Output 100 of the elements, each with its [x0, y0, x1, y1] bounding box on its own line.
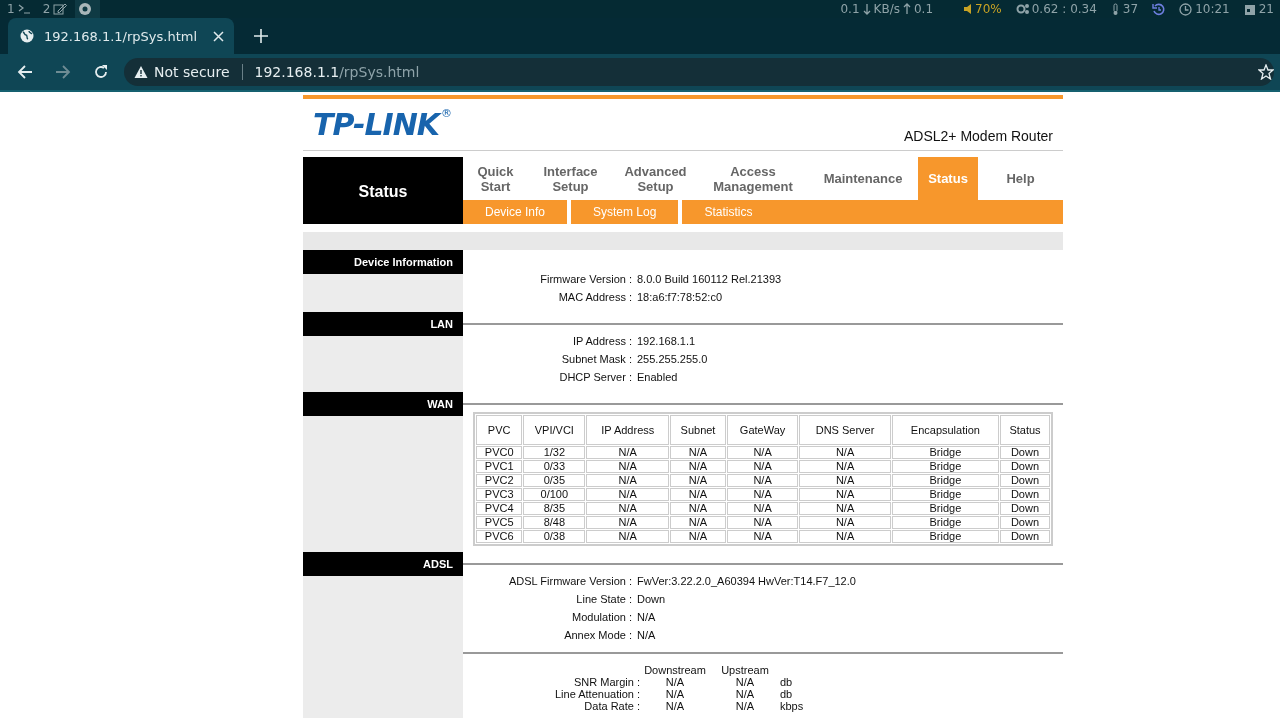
field-label: Subnet Mask :	[560, 353, 633, 365]
field-value: 192.168.1.1	[637, 335, 696, 347]
table-cell: Down	[999, 460, 1050, 473]
menu-tab[interactable]: Maintenance	[808, 157, 918, 200]
stat-label: Data Rate :	[583, 700, 640, 712]
brand-logo: TP-LINK$^{®}$	[313, 107, 451, 142]
workspace-button[interactable]: 2	[39, 0, 76, 18]
field-label: Firmware Version :	[539, 273, 633, 285]
back-icon[interactable]	[17, 64, 33, 80]
table-cell: 0/33	[523, 460, 586, 473]
browser-icon	[78, 2, 93, 16]
table-cell: N/A	[799, 516, 891, 529]
menu-tab[interactable]: Help	[978, 157, 1063, 200]
table-cell: N/A	[726, 488, 799, 501]
edit-icon	[53, 2, 68, 16]
close-icon[interactable]	[213, 30, 224, 42]
table-cell: N/A	[726, 474, 799, 487]
column-header: PVC	[476, 415, 523, 445]
menu-tab[interactable]: Access Management	[698, 157, 808, 200]
column-header: Downstream	[643, 664, 707, 676]
table-cell: 0/38	[523, 530, 586, 543]
table-cell: N/A	[670, 446, 726, 459]
field-value: 255.255.255.0	[637, 353, 708, 365]
field-value: Enabled	[637, 371, 678, 383]
table-cell: PVC1	[476, 460, 523, 473]
gear-icon	[1015, 3, 1029, 15]
table-cell: PVC6	[476, 530, 523, 543]
table-cell: N/A	[726, 502, 799, 515]
globe-icon	[20, 29, 34, 43]
upload-rate: 0.1	[913, 2, 934, 16]
history-icon	[1152, 2, 1166, 16]
volume-level: 70%	[975, 2, 1002, 16]
table-cell: 1/32	[523, 446, 586, 459]
url-field[interactable]: 192.168.1.1/rpSys.html	[254, 64, 420, 80]
table-cell: N/A	[726, 530, 799, 543]
menu-tab[interactable]: Advanced Setup	[613, 157, 698, 200]
menu-tab[interactable]: Quick Start	[463, 157, 528, 200]
column-header: VPI/VCI	[523, 415, 586, 445]
browser-tab[interactable]: 192.168.1.1/rpSys.html	[8, 18, 234, 54]
workspace-button[interactable]	[75, 0, 101, 18]
field-label: Line State :	[575, 593, 633, 605]
cpu-load: 0.62 : 0.34	[1031, 2, 1097, 16]
table-cell: 0/100	[523, 488, 586, 501]
table-cell: 0/35	[523, 474, 586, 487]
table-cell: N/A	[670, 474, 726, 487]
table-cell: Bridge	[891, 502, 999, 515]
calendar-date: 21	[1258, 2, 1274, 16]
speaker-icon	[963, 3, 973, 15]
table-cell: Bridge	[891, 530, 999, 543]
table-cell: N/A	[799, 474, 891, 487]
stat-value: N/A	[734, 688, 756, 700]
stat-unit: kbps	[780, 700, 805, 712]
table-cell: N/A	[670, 502, 726, 515]
table-cell: Bridge	[891, 446, 999, 459]
field-value: N/A	[637, 629, 656, 641]
table-cell: N/A	[670, 530, 726, 543]
table-cell: Down	[999, 530, 1050, 543]
table-cell: Bridge	[891, 460, 999, 473]
column-header: Status	[999, 415, 1050, 445]
security-label: Not secure	[154, 64, 230, 80]
table-cell: N/A	[586, 488, 670, 501]
table-cell: N/A	[799, 488, 891, 501]
field-label: DHCP Server :	[558, 371, 633, 383]
reload-icon[interactable]	[93, 64, 109, 80]
table-cell: N/A	[726, 460, 799, 473]
section-header: WAN	[303, 392, 463, 416]
table-cell: Bridge	[891, 516, 999, 529]
table-cell: PVC0	[476, 446, 523, 459]
table-cell: N/A	[586, 530, 670, 543]
forward-icon[interactable]	[55, 64, 71, 80]
download-rate: 0.1	[840, 2, 860, 16]
table-cell: Down	[999, 488, 1050, 501]
temperature: 37	[1122, 2, 1139, 16]
stat-value: N/A	[734, 700, 756, 712]
stat-value: N/A	[734, 676, 756, 688]
up-arrow-icon	[902, 3, 911, 15]
stat-unit: db	[780, 688, 794, 700]
table-cell: N/A	[670, 516, 726, 529]
thermometer-icon	[1110, 2, 1120, 16]
menu-tab[interactable]: Interface Setup	[528, 157, 613, 200]
table-cell: PVC2	[476, 474, 523, 487]
workspace-button[interactable]: 1	[4, 0, 40, 18]
terminal-icon	[17, 2, 32, 16]
model-name: ADSL2+ Modem Router	[903, 128, 1053, 144]
table-cell: N/A	[586, 460, 670, 473]
table-cell: Bridge	[891, 488, 999, 501]
table-cell: N/A	[799, 446, 891, 459]
column-header: IP Address	[586, 415, 670, 445]
star-icon[interactable]	[1258, 64, 1274, 80]
table-cell: N/A	[586, 516, 670, 529]
table-cell: N/A	[586, 474, 670, 487]
plus-icon[interactable]	[254, 29, 268, 43]
table-cell: N/A	[799, 502, 891, 515]
table-cell: N/A	[586, 446, 670, 459]
table-cell: N/A	[670, 488, 726, 501]
field-label: IP Address :	[571, 335, 633, 347]
section-title: Status	[303, 157, 463, 224]
field-value: 18:a6:f7:78:52:c0	[637, 291, 722, 303]
table-cell: Down	[999, 474, 1050, 487]
warning-icon	[134, 65, 148, 79]
